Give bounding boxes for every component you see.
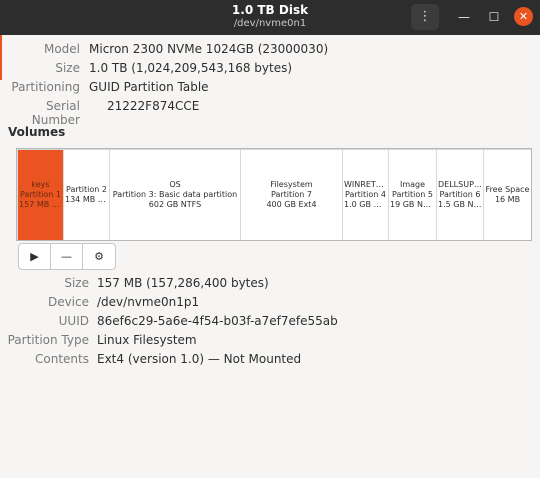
partition-line: Filesystem	[270, 180, 313, 189]
size-value: 1.0 TB (1,024,209,543,168 bytes)	[89, 61, 293, 75]
detail-size-label: Size	[64, 276, 89, 290]
partition-line: 16 MB	[494, 195, 521, 204]
partition-line: Partition 5	[392, 190, 433, 199]
partitioning-label: Partitioning	[11, 80, 80, 94]
partition-6[interactable]: DELLSUPP... Partition 6 1.5 GB NTFS	[437, 150, 483, 240]
partition-line: keys	[31, 180, 50, 189]
partition-line: 1.5 GB NTFS	[438, 200, 483, 209]
size-label: Size	[55, 61, 80, 75]
volumes-title: Volumes	[8, 125, 66, 139]
free-space[interactable]: Free Space 16 MB	[484, 150, 531, 240]
partition-line: 19 GB NTFS	[390, 200, 436, 209]
partition-line: 1.0 GB NTFS	[344, 200, 388, 209]
partition-line: 134 MB Un...	[65, 195, 109, 204]
close-icon[interactable]: ✕	[514, 7, 533, 26]
partitioning-value: GUID Partition Table	[89, 80, 209, 94]
detail-contents-value: Ext4 (version 1.0) — Not Mounted	[97, 352, 302, 366]
model-value: Micron 2300 NVMe 1024GB (23000030)	[89, 42, 329, 56]
detail-partition-type-label: Partition Type	[7, 333, 89, 347]
maximize-icon[interactable]: ☐	[484, 7, 504, 27]
partition-line: DELLSUPP...	[438, 180, 483, 189]
menu-icon[interactable]: ⋮	[411, 4, 439, 30]
gear-icon[interactable]: ⚙	[83, 244, 115, 269]
detail-uuid-value: 86ef6c29-5a6e-4f54-b03f-a7ef7efe55ab	[97, 314, 338, 328]
partition-line: Partition 4	[345, 190, 386, 199]
detail-device-value: /dev/nvme0n1p1	[97, 295, 200, 309]
play-icon[interactable]: ▶	[19, 244, 51, 269]
detail-size-value: 157 MB (157,286,400 bytes)	[97, 276, 269, 290]
partition-line: Partition 1	[20, 190, 61, 199]
partition-1[interactable]: keys Partition 1 157 MB Ext4	[18, 150, 63, 240]
partition-2[interactable]: Partition 2 134 MB Un...	[64, 150, 109, 240]
partition-7[interactable]: Filesystem Partition 7 400 GB Ext4	[241, 150, 342, 240]
minus-icon[interactable]: —	[51, 244, 83, 269]
detail-device-label: Device	[47, 295, 89, 309]
partition-line: 157 MB Ext4	[19, 200, 63, 209]
model-label: Model	[43, 42, 80, 56]
partition-line: Partition 6	[439, 190, 481, 199]
detail-partition-type-value: Linux Filesystem	[97, 333, 197, 347]
detail-uuid-label: UUID	[58, 314, 89, 328]
partition-line: 400 GB Ext4	[266, 200, 317, 209]
partition-line: Partition 7	[271, 190, 312, 199]
volume-toolbar: ▶ — ⚙	[18, 243, 116, 270]
partition-line: OS	[169, 180, 181, 189]
serial-value: 21222F874CCE	[107, 99, 200, 113]
minimize-icon[interactable]: —	[454, 7, 474, 27]
partition-line: Image	[399, 180, 426, 189]
detail-contents-label: Contents	[35, 352, 89, 366]
partition-5[interactable]: Image Partition 5 19 GB NTFS	[389, 150, 436, 240]
partition-line: WINRETOO...	[344, 180, 388, 189]
partition-4[interactable]: WINRETOO... Partition 4 1.0 GB NTFS	[343, 150, 388, 240]
partition-line: Free Space	[485, 185, 530, 194]
partition-line: 602 GB NTFS	[148, 200, 202, 209]
volume-bar: keys Partition 1 157 MB Ext4 Partition 2…	[16, 148, 532, 241]
partition-line: Partition 3: Basic data partition	[112, 190, 238, 199]
serial-label: Serial Number	[31, 99, 80, 127]
partition-line: Partition 2	[66, 185, 107, 194]
partition-3[interactable]: OS Partition 3: Basic data partition 602…	[110, 150, 240, 240]
title-bar: 1.0 TB Disk /dev/nvme0n1 ⋮ — ☐ ✕	[0, 0, 540, 35]
